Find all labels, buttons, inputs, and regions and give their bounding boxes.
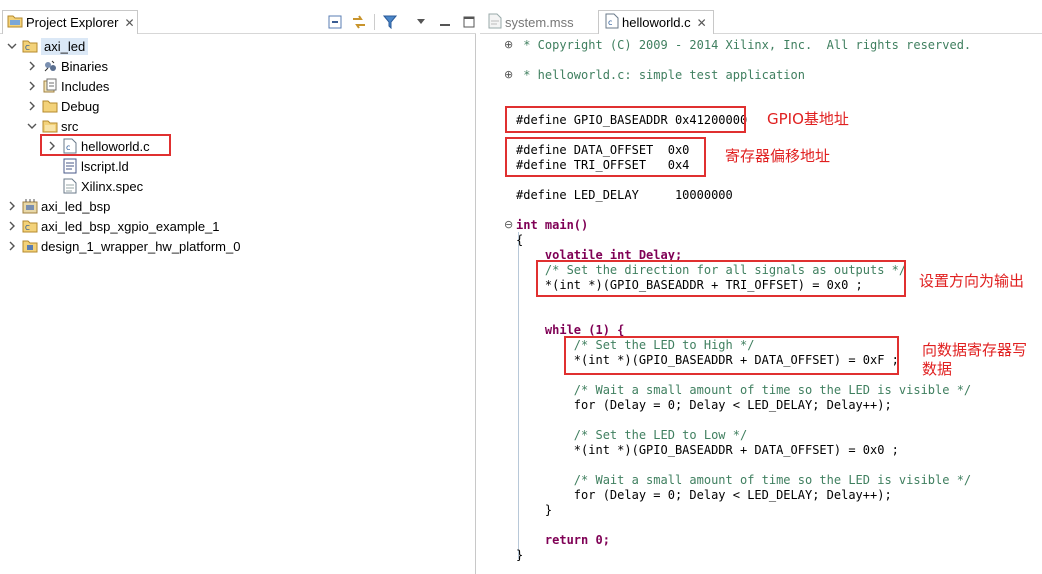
chevron-down-icon[interactable] — [6, 40, 18, 52]
tree-item-axi-led-bsp[interactable]: axi_led_bsp — [6, 196, 110, 216]
svg-text:c: c — [608, 18, 612, 27]
chevron-right-icon[interactable] — [26, 80, 38, 92]
close-icon[interactable]: ✕ — [697, 16, 707, 30]
tree-item-axi-led[interactable]: C axi_led — [6, 36, 89, 56]
code-line-copyright: * Copyright (C) 2009 - 2014 Xilinx, Inc.… — [516, 38, 972, 52]
project-explorer-icon — [7, 14, 23, 31]
linker-script-icon — [62, 158, 78, 174]
fold-collapse-icon[interactable]: ⊖ — [504, 218, 513, 231]
chevron-right-icon[interactable] — [26, 100, 38, 112]
code-line-open-brace: { — [516, 233, 524, 247]
toolbar-separator — [374, 14, 375, 30]
tab-project-explorer[interactable]: Project Explorer ✕ — [2, 10, 138, 34]
code-line-main-signature: int main() — [516, 218, 589, 232]
mss-file-icon — [488, 13, 502, 32]
c-project-icon: C — [22, 218, 38, 234]
source-folder-icon — [42, 118, 58, 134]
tree-item-src[interactable]: src — [26, 116, 78, 136]
folder-icon — [42, 98, 58, 114]
code-line-wait-comment-1: /* Wait a small amount of time so the LE… — [516, 383, 972, 397]
code-line-return: return 0; — [516, 533, 610, 547]
tree-item-label: axi_led_bsp_xgpio_example_1 — [41, 218, 220, 234]
tab-system-mss[interactable]: system.mss — [482, 10, 580, 34]
tree-item-label: src — [61, 118, 79, 134]
tab-helloworld-c-label: helloworld.c — [622, 15, 691, 30]
tab-system-mss-label: system.mss — [505, 14, 574, 30]
highlight-box-helloworld — [40, 134, 171, 156]
tree-item-axi-led-bsp-xgpio-example-1[interactable]: C axi_led_bsp_xgpio_example_1 — [6, 216, 220, 236]
c-project-icon: C — [22, 38, 38, 54]
svg-text:C: C — [25, 44, 30, 52]
project-explorer-panel: Project Explorer ✕ C axi_led Binaries In… — [0, 0, 476, 574]
code-line-wait-comment-2: /* Wait a small amount of time so the LE… — [516, 473, 972, 487]
tree-item-includes[interactable]: Includes — [26, 76, 109, 96]
explorer-toolbar — [323, 13, 481, 31]
tree-item-label: axi_led — [41, 37, 89, 55]
fold-expand-icon[interactable]: ⊕ — [504, 68, 513, 81]
text-file-icon — [62, 178, 78, 194]
annotation-gpio-base: GPIO基地址 — [767, 110, 849, 128]
maximize-icon[interactable] — [460, 13, 478, 31]
binaries-icon — [42, 58, 58, 74]
c-file-icon: c — [605, 13, 619, 32]
explorer-tabbar: Project Explorer ✕ — [0, 0, 476, 34]
tree-item-lscript-ld[interactable]: lscript.ld — [62, 156, 129, 176]
code-line-define-led-delay: #define LED_DELAY 10000000 — [516, 188, 733, 202]
fold-expand-icon[interactable]: ⊕ — [504, 38, 513, 51]
code-line-led-low-comment: /* Set the LED to Low */ — [516, 428, 748, 442]
tree-item-label: Includes — [61, 78, 110, 94]
annotation-write-data-line1: 向数据寄存器写 — [922, 341, 1028, 359]
code-line-data-write-low: *(int *)(GPIO_BASEADDR + DATA_OFFSET) = … — [516, 443, 899, 457]
highlight-box-direction — [536, 260, 906, 297]
annotation-set-direction: 设置方向为输出 — [919, 272, 1025, 290]
tree-item-design-1-wrapper-hw-platform-0[interactable]: design_1_wrapper_hw_platform_0 — [6, 236, 240, 256]
chevron-right-icon[interactable] — [6, 240, 18, 252]
tree-item-label: Debug — [61, 98, 100, 114]
code-line-main-close-brace: } — [516, 548, 524, 562]
editor-tabbar: system.mss c helloworld.c ✕ — [480, 0, 1042, 34]
code-line-delay-loop-2: for (Delay = 0; Delay < LED_DELAY; Delay… — [516, 488, 892, 502]
tab-project-explorer-label: Project Explorer — [26, 15, 119, 30]
includes-icon — [42, 78, 58, 94]
tree-item-label: Binaries — [61, 58, 108, 74]
hardware-platform-icon — [22, 238, 38, 254]
tree-item-binaries[interactable]: Binaries — [26, 56, 108, 76]
code-line-file-description: * helloworld.c: simple test application — [516, 68, 805, 82]
view-menu-icon[interactable] — [412, 13, 430, 31]
tree-item-label: design_1_wrapper_hw_platform_0 — [41, 238, 241, 254]
tree-item-xilinx-spec[interactable]: Xilinx.spec — [62, 176, 143, 196]
close-icon[interactable]: ✕ — [124, 16, 134, 30]
tree-item-label: Xilinx.spec — [81, 178, 144, 194]
link-with-editor-icon[interactable] — [350, 13, 368, 31]
tree-item-label: axi_led_bsp — [41, 198, 111, 214]
annotation-reg-offset: 寄存器偏移地址 — [725, 147, 831, 165]
tab-helloworld-c[interactable]: c helloworld.c ✕ — [598, 10, 714, 34]
code-line-while-close-brace: } — [516, 503, 553, 517]
filter-icon[interactable] — [381, 13, 399, 31]
chevron-right-icon[interactable] — [6, 220, 18, 232]
chevron-right-icon[interactable] — [26, 60, 38, 72]
chevron-down-icon[interactable] — [26, 120, 38, 132]
highlight-box-data-write — [564, 336, 899, 375]
minimize-icon[interactable] — [436, 13, 454, 31]
bsp-project-icon — [22, 198, 38, 214]
svg-text:C: C — [25, 224, 30, 232]
chevron-right-icon[interactable] — [6, 200, 18, 212]
collapse-all-icon[interactable] — [326, 13, 344, 31]
tree-item-label: lscript.ld — [81, 158, 129, 174]
code-line-delay-loop-1: for (Delay = 0; Delay < LED_DELAY; Delay… — [516, 398, 892, 412]
highlight-box-offsets — [505, 137, 706, 177]
highlight-box-gpio-baseaddr — [505, 106, 746, 133]
annotation-write-data-line2: 数据 — [922, 360, 953, 378]
tree-item-debug[interactable]: Debug — [26, 96, 99, 116]
